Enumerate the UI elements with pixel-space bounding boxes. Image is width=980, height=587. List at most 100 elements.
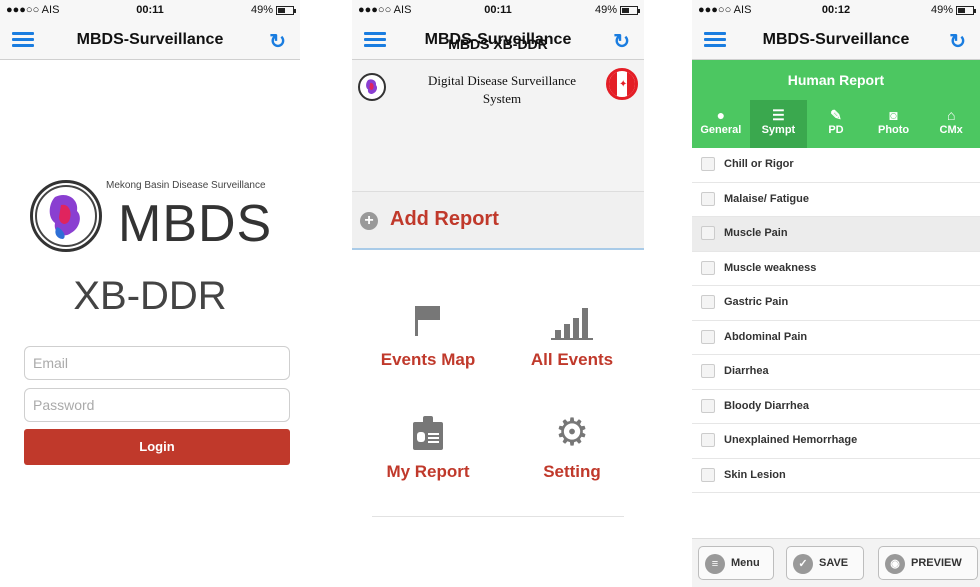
battery-indicator: 49% — [930, 4, 976, 16]
report-title: Human Report — [692, 60, 980, 100]
symptom-label: Chill or Rigor — [724, 158, 794, 170]
canada-flag-icon: ✦ — [606, 68, 638, 100]
tile-label: All Events — [530, 350, 614, 369]
app-subtitle: XB-DDR — [73, 274, 227, 318]
tab-label: PD — [828, 124, 844, 136]
battery-percent: 49% — [250, 4, 273, 16]
report-tabs: ● General ☰ Sympt ✎ PD ◙ Photo ⌂ CMx — [692, 100, 980, 148]
gear-icon: ⚙ — [554, 412, 590, 454]
list-item: Unexplained Hemorrhage — [692, 424, 980, 459]
flag-icon — [415, 306, 441, 336]
battery-percent: 49% — [930, 4, 953, 16]
symptom-checkbox[interactable] — [701, 295, 715, 309]
list-item: Diarrhea — [692, 355, 980, 390]
home-screen: ●●●○○ AIS 00:11 49% MBDS-Surveillance ↻ … — [352, 0, 644, 587]
refresh-icon[interactable]: ↻ — [949, 29, 966, 54]
symptom-checkbox[interactable] — [701, 398, 715, 413]
menu-label: Menu — [731, 557, 760, 569]
symptom-label: Diarrhea — [724, 365, 769, 377]
list-item: Chill or Rigor — [692, 148, 980, 183]
divider — [372, 516, 624, 517]
tile-label: Setting — [543, 462, 601, 481]
events-map-tile[interactable]: Events Map — [358, 300, 498, 400]
symptom-label: Abdominal Pain — [724, 330, 808, 343]
password-field[interactable]: Password — [24, 388, 290, 422]
report-footer: ≡ Menu ✓ SAVE ◉ PREVIEW — [692, 538, 980, 587]
list-item: Abdominal Pain — [692, 320, 980, 355]
tab-label: Sympt — [761, 124, 796, 136]
battery-indicator: 49% — [594, 4, 640, 16]
camera-icon: ◙ — [889, 107, 898, 123]
person-icon: ● — [716, 107, 726, 123]
tab-photo[interactable]: ◙ Photo — [865, 100, 923, 148]
symptom-label: Gastric Pain — [724, 296, 789, 308]
setting-tile[interactable]: ⚙ Setting — [502, 412, 642, 512]
symptom-label: Muscle weakness — [724, 261, 817, 274]
nav-bar: MBDS-Surveillance ↻ — [692, 20, 980, 60]
add-report-button[interactable]: + Add Report — [352, 192, 644, 250]
email-field[interactable]: Email — [24, 346, 290, 380]
add-report-label: Add Report — [390, 208, 499, 230]
preview-label: PREVIEW — [911, 557, 962, 569]
login-button[interactable]: Login — [24, 429, 290, 465]
header-title: MBDS XB-DDR — [448, 36, 548, 52]
list-item: Bloody Diarrhea — [692, 389, 980, 424]
symptom-checkbox[interactable] — [701, 364, 715, 378]
list-item: Skin Lesion — [692, 458, 980, 493]
eye-icon: ◉ — [885, 554, 905, 574]
save-label: SAVE — [819, 557, 849, 569]
refresh-icon[interactable]: ↻ — [269, 29, 286, 54]
carrier-label: ●●●○○ AIS — [6, 4, 60, 16]
list-item: Muscle Pain — [692, 217, 980, 252]
app-title: MBDS-Surveillance — [762, 31, 910, 48]
tab-label: CMx — [939, 124, 963, 136]
symptom-checkbox[interactable] — [701, 329, 715, 344]
menu-icon: ≡ — [705, 554, 725, 574]
tab-label: General — [700, 124, 742, 136]
mbds-logo — [30, 180, 102, 252]
bar-chart-icon — [551, 306, 593, 340]
clock: 00:11 — [136, 4, 164, 16]
clock: 00:11 — [484, 4, 512, 16]
tab-pd[interactable]: ✎ PD — [807, 100, 865, 148]
symptom-label: Malaise/ Fatigue — [724, 192, 809, 205]
save-button[interactable]: ✓ SAVE — [786, 546, 864, 580]
menu-button[interactable]: ≡ Menu — [698, 546, 774, 580]
app-title: MBDS-Surveillance — [76, 31, 224, 48]
battery-indicator: 49% — [250, 4, 296, 16]
battery-icon — [276, 5, 296, 15]
all-events-tile[interactable]: All Events — [502, 300, 642, 400]
symptom-label: Unexplained Hemorrhage — [724, 434, 858, 446]
symptom-label: Skin Lesion — [724, 468, 786, 481]
preview-button[interactable]: ◉ PREVIEW — [878, 546, 978, 580]
symptom-checkbox[interactable] — [701, 467, 715, 482]
battery-icon — [620, 5, 640, 15]
plus-icon: + — [360, 212, 378, 230]
list-item: Muscle weakness — [692, 251, 980, 286]
nav-bar: MBDS-Surveillance ↻ — [0, 20, 300, 60]
list-item: Gastric Pain — [692, 286, 980, 321]
symptom-label: Muscle Pain — [724, 227, 788, 239]
tab-cmx[interactable]: ⌂ CMx — [922, 100, 980, 148]
symptom-checkbox[interactable] — [701, 260, 715, 275]
brand-logo-area: Mekong Basin Disease Surveillance MBDS — [30, 180, 290, 270]
battery-percent: 49% — [594, 4, 617, 16]
my-report-tile[interactable]: My Report — [358, 412, 498, 512]
symptom-checkbox[interactable] — [701, 226, 715, 240]
tile-label: My Report — [386, 462, 470, 481]
status-bar: ●●●○○ AIS 00:11 49% — [352, 0, 644, 20]
status-bar: ●●●○○ AIS 00:11 49% — [0, 0, 300, 20]
clock: 00:12 — [821, 4, 851, 16]
home-icon: ⌂ — [946, 107, 956, 123]
check-icon: ✓ — [793, 554, 813, 574]
carrier-label: ●●●○○ AIS — [358, 4, 412, 16]
brand-name: MBDS — [118, 195, 273, 253]
symptom-checkbox[interactable] — [701, 191, 715, 206]
tab-general[interactable]: ● General — [692, 100, 750, 148]
tab-sympt[interactable]: ☰ Sympt — [749, 100, 808, 148]
symptom-checkbox[interactable] — [701, 157, 715, 171]
id-card-icon — [413, 416, 443, 450]
login-screen: ●●●○○ AIS 00:11 49% MBDS-Surveillance ↻ … — [0, 0, 300, 587]
symptom-checkbox[interactable] — [701, 433, 715, 447]
carrier-label: ●●●○○ AIS — [698, 4, 752, 16]
